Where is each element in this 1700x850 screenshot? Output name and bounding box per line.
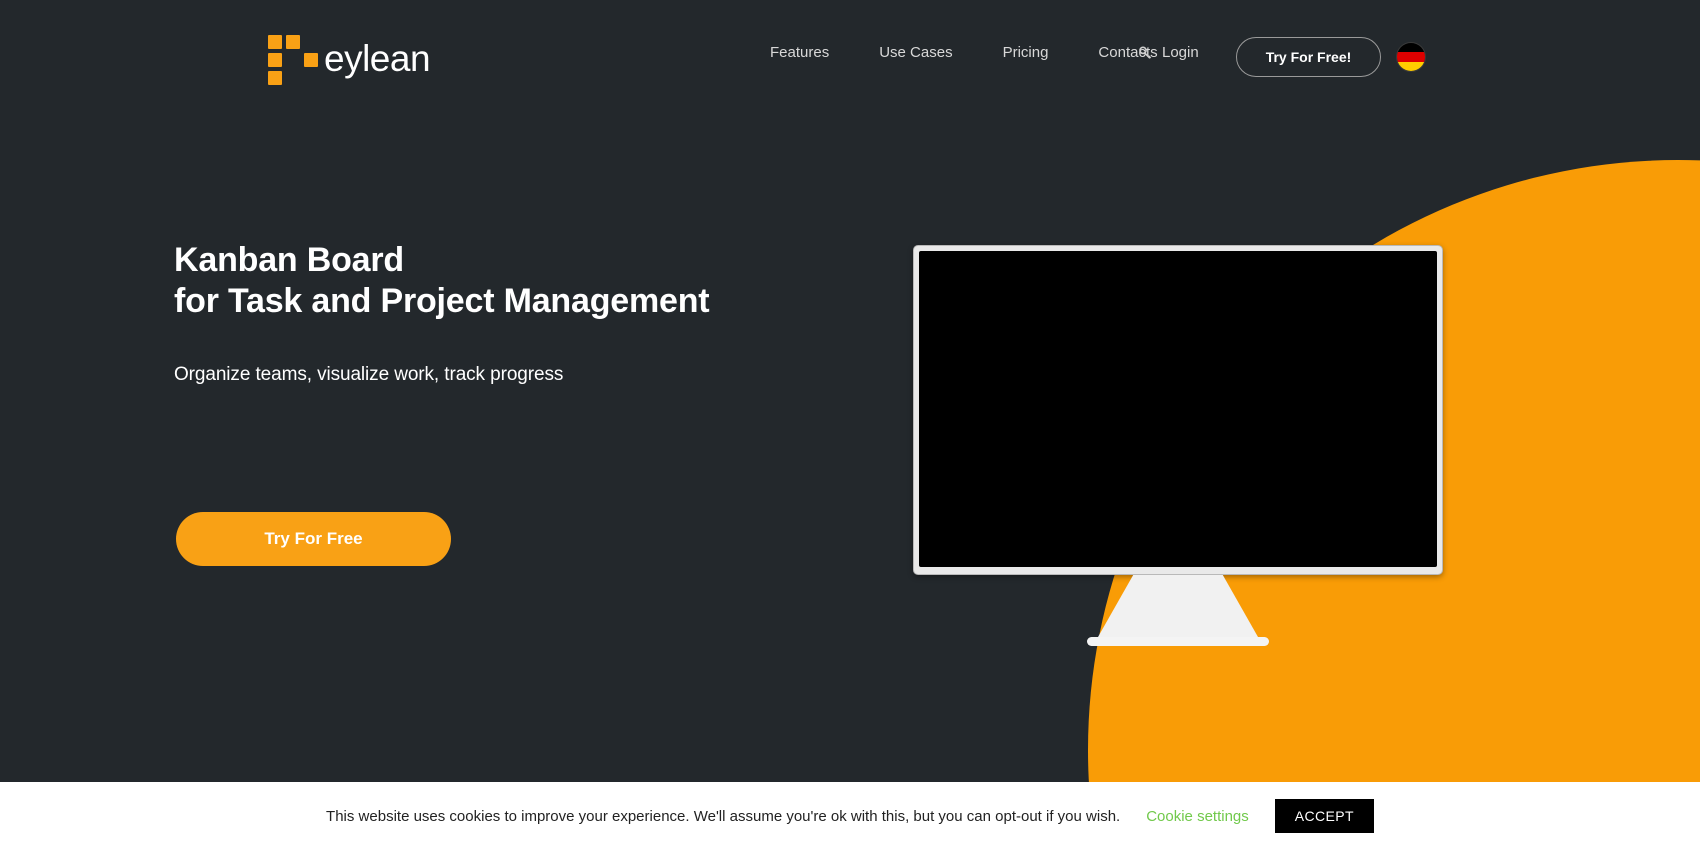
squares-logo-icon xyxy=(268,33,318,85)
nav-item-features[interactable]: Features xyxy=(745,44,854,61)
monitor-stand-neck xyxy=(1098,575,1258,637)
cookie-consent-bar: This website uses cookies to improve you… xyxy=(0,782,1700,850)
page-root: eylean Features Use Cases Pricing Contac… xyxy=(0,0,1700,850)
monitor-frame xyxy=(913,245,1443,575)
hero-title-line-1: Kanban Board xyxy=(174,241,404,279)
main-navigation: Features Use Cases Pricing Contacts xyxy=(745,44,1183,61)
monitor-illustration xyxy=(913,245,1443,646)
site-logo[interactable]: eylean xyxy=(268,32,431,85)
hero-try-for-free-button[interactable]: Try For Free xyxy=(176,512,451,566)
flag-germany-icon[interactable] xyxy=(1396,42,1426,72)
nav-item-use-cases[interactable]: Use Cases xyxy=(854,44,977,61)
nav-item-pricing[interactable]: Pricing xyxy=(978,44,1074,61)
hero-title-line-2: for Task and Project Management xyxy=(174,282,710,321)
logo-wordmark: eylean xyxy=(324,37,431,79)
monitor-screen xyxy=(919,251,1437,567)
login-label: Login xyxy=(1162,44,1199,61)
header-try-for-free-button[interactable]: Try For Free! xyxy=(1236,37,1381,77)
cookie-accept-button[interactable]: ACCEPT xyxy=(1274,799,1374,833)
cookie-settings-link[interactable]: Cookie settings xyxy=(1146,808,1249,825)
monitor-stand-base xyxy=(1087,637,1269,646)
cookie-message: This website uses cookies to improve you… xyxy=(326,807,1121,825)
login-link[interactable]: Login xyxy=(1138,44,1199,61)
hero-section: Kanban Board for Task and Project Manage… xyxy=(174,240,934,386)
key-icon xyxy=(1139,45,1152,59)
hero-subtitle: Organize teams, visualize work, track pr… xyxy=(174,363,564,385)
site-header: eylean Features Use Cases Pricing Contac… xyxy=(0,0,1700,110)
